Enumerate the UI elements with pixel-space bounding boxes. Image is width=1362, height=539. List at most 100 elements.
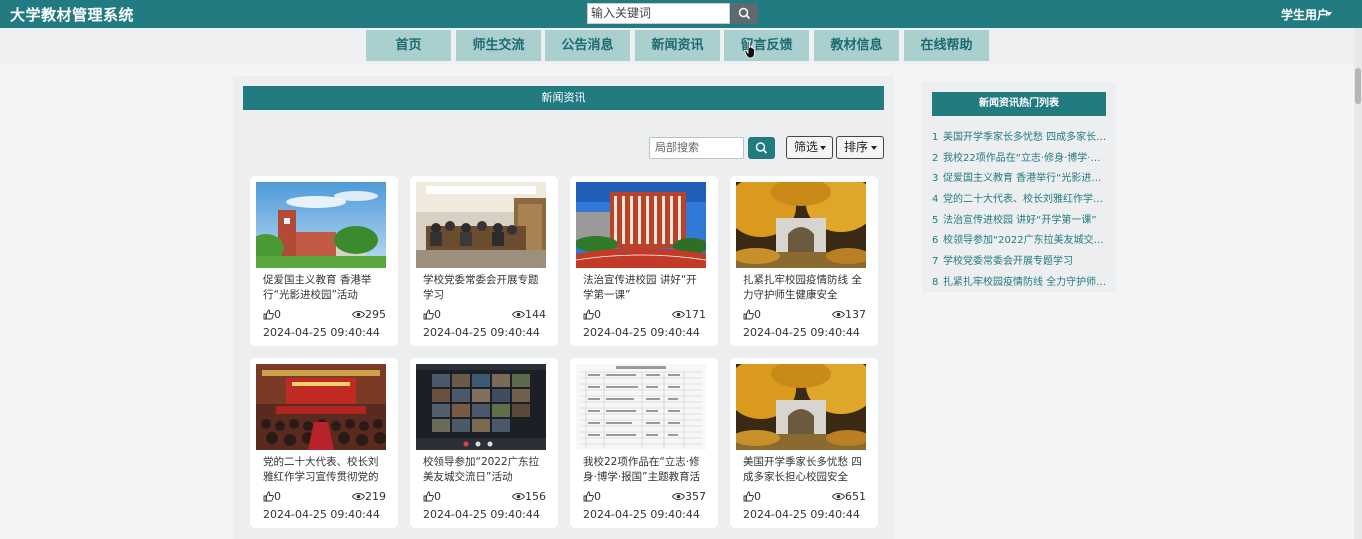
news-thumbnail[interactable]	[736, 364, 866, 450]
news-card-title[interactable]: 学校党委常委会开展专题学习	[423, 273, 545, 303]
search-button[interactable]	[731, 3, 758, 24]
local-search-button[interactable]	[748, 137, 775, 159]
eye-icon	[512, 493, 525, 500]
news-card-date: 2024-04-25 09:40:44	[423, 508, 540, 521]
search-input[interactable]: 输入关键词	[587, 3, 730, 24]
hot-list-item[interactable]: 2 我校22项作品在“立志·修身·博学·报国”主题教育	[932, 149, 1108, 170]
like-button[interactable]: 0	[263, 308, 281, 321]
like-count: 0	[754, 490, 761, 503]
news-card-title[interactable]: 美国开学季家长多忧愁 四成多家长担心校园安全	[743, 455, 865, 485]
hot-list-text[interactable]: 我校22项作品在“立志·修身·博学·报国”主题教育	[943, 153, 1108, 164]
news-thumbnail[interactable]	[416, 182, 546, 268]
sort-label: 排序	[844, 140, 869, 154]
filter-label: 筛选	[794, 140, 819, 154]
scrollbar[interactable]	[1354, 28, 1362, 539]
eye-icon	[672, 311, 685, 318]
chevron-down-icon	[1326, 12, 1332, 16]
news-thumbnail[interactable]	[576, 182, 706, 268]
news-card[interactable]: 扎紧扎牢校园疫情防线 全力守护师生健康安全 0 137 2024-04-25 0…	[730, 176, 878, 346]
user-menu[interactable]: 学生用户	[1281, 6, 1329, 23]
news-card-title[interactable]: 法治宣传进校园 讲好“开学第一课”	[583, 273, 705, 303]
nav-item-news[interactable]: 新闻资讯	[635, 30, 720, 61]
hot-list-text[interactable]: 党的二十大代表、校长刘雅红作学习宣传贯彻	[943, 194, 1108, 205]
like-count: 0	[754, 308, 761, 321]
news-thumbnail[interactable]	[416, 364, 546, 450]
hot-list-text[interactable]: 学校党委常委会开展专题学习	[943, 256, 1073, 267]
like-count: 0	[434, 490, 441, 503]
like-count: 0	[434, 308, 441, 321]
nav-item-communication[interactable]: 师生交流	[456, 30, 541, 61]
news-card-date: 2024-04-25 09:40:44	[263, 508, 380, 521]
chevron-down-icon	[820, 146, 826, 150]
news-card[interactable]: 学校党委常委会开展专题学习 0 144 2024-04-25 09:40:44	[410, 176, 558, 346]
news-thumbnail[interactable]	[736, 182, 866, 268]
news-card-title[interactable]: 校领导参加“2022广东拉美友城交流日”活动	[423, 455, 545, 485]
news-card-date: 2024-04-25 09:40:44	[583, 508, 700, 521]
section-title: 新闻资讯	[243, 86, 884, 110]
nav-item-home[interactable]: 首页	[366, 30, 451, 61]
scrollbar-thumb[interactable]	[1355, 68, 1361, 104]
like-button[interactable]: 0	[743, 490, 761, 503]
hot-list-item[interactable]: 8 扎紧扎牢校园疫情防线 全力守护师生健康安全	[932, 273, 1108, 294]
hot-list-item[interactable]: 6 校领导参加“2022广东拉美友城交流日”活动	[932, 231, 1108, 252]
like-button[interactable]: 0	[423, 308, 441, 321]
search-icon	[755, 142, 768, 154]
like-count: 0	[274, 490, 281, 503]
news-card[interactable]: 美国开学季家长多忧愁 四成多家长担心校园安全 0 651 2024-04-25 …	[730, 358, 878, 528]
news-card[interactable]: 党的二十大代表、校长刘雅红作学习宣传贯彻党的二十大精神宣讲报告 0 219 20…	[250, 358, 398, 528]
view-count: 137	[832, 308, 866, 321]
news-card[interactable]: 校领导参加“2022广东拉美友城交流日”活动 0 156 2024-04-25 …	[410, 358, 558, 528]
like-button[interactable]: 0	[583, 308, 601, 321]
view-count-value: 156	[525, 490, 546, 503]
like-button[interactable]: 0	[263, 490, 281, 503]
sort-dropdown[interactable]: 排序	[836, 136, 884, 159]
thumbs-up-icon	[743, 309, 754, 320]
hot-list-number: 6	[932, 235, 939, 247]
news-card-title[interactable]: 我校22项作品在“立志·修身·博学·报国”主题教育活动中获奖	[583, 455, 705, 485]
nav-item-announcements[interactable]: 公告消息	[545, 30, 630, 61]
news-card[interactable]: 法治宣传进校园 讲好“开学第一课” 0 171 2024-04-25 09:40…	[570, 176, 718, 346]
view-count: 295	[352, 308, 386, 321]
news-thumbnail[interactable]	[256, 364, 386, 450]
search-icon	[738, 7, 751, 20]
thumbs-up-icon	[583, 491, 594, 502]
hot-list-item[interactable]: 3 促爱国主义教育 香港举行“光影进校园”活动	[932, 169, 1108, 190]
hot-list-item[interactable]: 4 党的二十大代表、校长刘雅红作学习宣传贯彻	[932, 190, 1108, 211]
news-thumbnail[interactable]	[576, 364, 706, 450]
view-count: 171	[672, 308, 706, 321]
hot-list-item[interactable]: 5 法治宣传进校园 讲好“开学第一课”	[932, 211, 1108, 232]
view-count-value: 651	[845, 490, 866, 503]
view-count: 651	[832, 490, 866, 503]
hot-list-item[interactable]: 7 学校党委常委会开展专题学习	[932, 252, 1108, 273]
like-count: 0	[594, 308, 601, 321]
news-thumbnail[interactable]	[256, 182, 386, 268]
app-title: 大学教材管理系统	[10, 6, 135, 24]
hot-list-text[interactable]: 促爱国主义教育 香港举行“光影进校园”活动	[943, 173, 1108, 184]
eye-icon	[352, 493, 365, 500]
news-card-title[interactable]: 促爱国主义教育 香港举行“光影进校园”活动	[263, 273, 385, 303]
thumbs-up-icon	[263, 491, 274, 502]
view-count: 357	[672, 490, 706, 503]
like-button[interactable]: 0	[423, 490, 441, 503]
news-card-title[interactable]: 党的二十大代表、校长刘雅红作学习宣传贯彻党的二十大精神宣讲报告	[263, 455, 385, 485]
hot-list-text[interactable]: 美国开学季家长多忧愁 四成多家长担心校园安全	[943, 132, 1108, 143]
nav-item-help[interactable]: 在线帮助	[904, 30, 989, 61]
like-button[interactable]: 0	[743, 308, 761, 321]
nav-item-feedback[interactable]: 留言反馈	[724, 30, 809, 61]
filter-dropdown[interactable]: 筛选	[786, 136, 833, 159]
nav-item-textbooks[interactable]: 教材信息	[814, 30, 899, 61]
news-card-title[interactable]: 扎紧扎牢校园疫情防线 全力守护师生健康安全	[743, 273, 865, 303]
like-button[interactable]: 0	[583, 490, 601, 503]
local-search-input[interactable]: 局部搜索	[649, 137, 744, 159]
view-count-value: 171	[685, 308, 706, 321]
view-count-value: 357	[685, 490, 706, 503]
news-card[interactable]: 我校22项作品在“立志·修身·博学·报国”主题教育活动中获奖 0 357 202…	[570, 358, 718, 528]
chevron-down-icon	[871, 146, 877, 150]
hot-list-item[interactable]: 1 美国开学季家长多忧愁 四成多家长担心校园安全	[932, 128, 1108, 149]
hot-list-text[interactable]: 扎紧扎牢校园疫情防线 全力守护师生健康安全	[943, 277, 1108, 288]
hot-list-text[interactable]: 校领导参加“2022广东拉美友城交流日”活动	[943, 235, 1108, 246]
hot-list-text[interactable]: 法治宣传进校园 讲好“开学第一课”	[943, 215, 1097, 226]
news-card-date: 2024-04-25 09:40:44	[263, 326, 380, 339]
thumbs-up-icon	[263, 309, 274, 320]
news-card[interactable]: 促爱国主义教育 香港举行“光影进校园”活动 0 295 2024-04-25 0…	[250, 176, 398, 346]
